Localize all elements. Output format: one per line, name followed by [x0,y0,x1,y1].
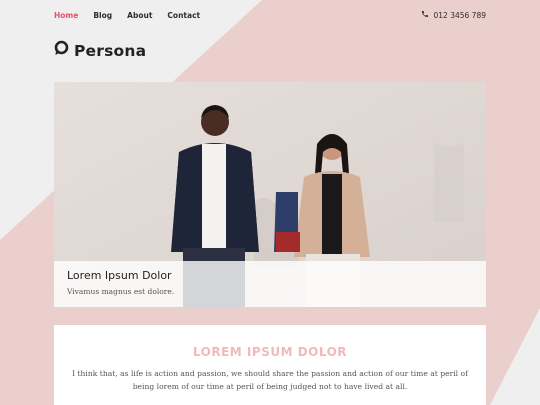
nav-home[interactable]: Home [54,11,78,20]
hero-subtitle: Vivamus magnus est dolore. [67,287,175,296]
phone-contact[interactable]: 012 3456 789 [421,10,487,20]
speech-bubble-icon [53,40,69,61]
phone-icon [421,10,429,20]
nav-blog[interactable]: Blog [93,11,112,20]
nav-about[interactable]: About [127,11,152,20]
feature-card: LOREM IPSUM DOLOR I think that, as life … [54,325,486,405]
nav-contact[interactable]: Contact [167,11,200,20]
phone-number: 012 3456 789 [433,10,487,20]
logo-text: Persona [74,41,147,60]
feature-text: I think that, as life is action and pass… [72,369,468,391]
hero-title: Lorem Ipsum Dolor [67,269,172,282]
main-nav: Home Blog About Contact [54,11,215,20]
site-logo[interactable]: Persona [53,40,146,61]
feature-title: LOREM IPSUM DOLOR [192,345,348,359]
hero-caption: Lorem Ipsum Dolor Vivamus magnus est dol… [54,261,486,307]
hero-banner[interactable]: Lorem Ipsum Dolor Vivamus magnus est dol… [54,82,486,307]
